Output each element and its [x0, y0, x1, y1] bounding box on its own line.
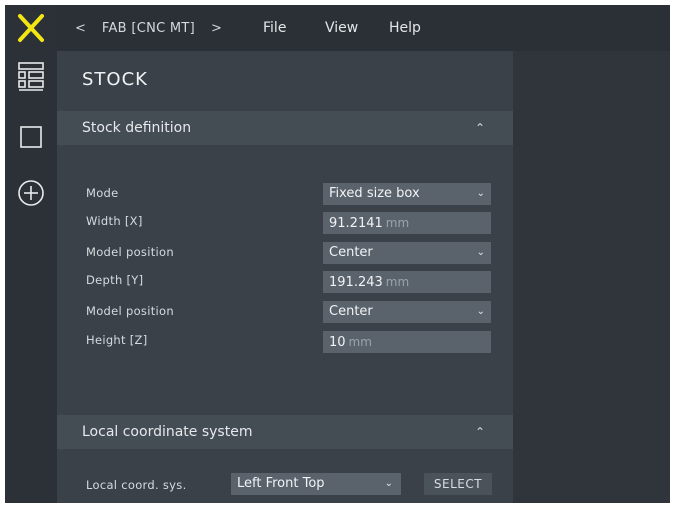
depth-label: Depth [Y] [86, 273, 144, 287]
height-input[interactable]: 10 mm [323, 331, 491, 353]
model-position-y-select[interactable]: Center ⌄ [323, 301, 491, 323]
menu-view[interactable]: View [325, 5, 358, 51]
width-input[interactable]: 91.2141 mm [323, 212, 491, 234]
local-coord-value: Left Front Top [237, 476, 325, 491]
local-coordinate-system-header[interactable]: Local coordinate system ⌃ [57, 415, 513, 449]
project-name[interactable]: FAB [CNC MT] [92, 21, 205, 36]
model-position-value: Center [329, 245, 373, 260]
local-coord-select[interactable]: Left Front Top ⌄ [231, 473, 401, 495]
page-title: STOCK [82, 69, 148, 90]
unit-label: mm [385, 275, 410, 289]
width-value: 91.2141 [329, 216, 383, 231]
mode-value: Fixed size box [329, 186, 420, 201]
list-view-icon[interactable] [5, 57, 57, 97]
chevron-up-icon[interactable]: ⌃ [475, 111, 485, 145]
menu-help[interactable]: Help [389, 5, 421, 51]
select-button[interactable]: SELECT [424, 473, 492, 495]
unit-label: mm [348, 335, 372, 349]
depth-value: 191.243 [329, 275, 383, 290]
chevron-down-icon: ⌄ [476, 188, 485, 199]
width-label: Width [X] [86, 214, 143, 228]
chevron-right-icon[interactable]: > [205, 21, 228, 36]
square-icon[interactable] [5, 117, 57, 157]
depth-input[interactable]: 191.243 mm [323, 271, 491, 293]
app-window: < FAB [CNC MT] > File View Help STOCK St… [5, 5, 670, 503]
menu-file[interactable]: File [263, 5, 286, 51]
unit-label: mm [385, 216, 410, 230]
chevron-up-icon[interactable]: ⌃ [475, 415, 485, 449]
section-label: Stock definition [82, 120, 192, 136]
left-rail [5, 5, 57, 503]
height-label: Height [Z] [86, 333, 148, 347]
stock-definition-header[interactable]: Stock definition ⌃ [57, 111, 513, 145]
section-label: Local coordinate system [82, 424, 253, 440]
chevron-down-icon: ⌄ [384, 478, 393, 489]
local-coord-label: Local coord. sys. [86, 478, 187, 492]
chevron-down-icon: ⌄ [476, 306, 485, 317]
stock-panel: STOCK Stock definition ⌃ Mode Fixed size… [57, 51, 513, 503]
x-logo-icon[interactable] [5, 5, 57, 51]
viewport-area [513, 51, 670, 503]
add-circle-icon[interactable] [5, 173, 57, 213]
model-position-label: Model position [86, 245, 174, 259]
chevron-down-icon: ⌄ [476, 247, 485, 258]
mode-select[interactable]: Fixed size box ⌄ [323, 183, 491, 205]
chevron-left-icon[interactable]: < [69, 21, 92, 36]
top-bar: < FAB [CNC MT] > File View Help [57, 5, 670, 51]
height-value: 10 [329, 335, 346, 350]
model-position-x-select[interactable]: Center ⌄ [323, 242, 491, 264]
model-position-value: Center [329, 304, 373, 319]
project-breadcrumb: < FAB [CNC MT] > [69, 5, 228, 51]
mode-label: Mode [86, 186, 119, 200]
model-position-label: Model position [86, 304, 174, 318]
